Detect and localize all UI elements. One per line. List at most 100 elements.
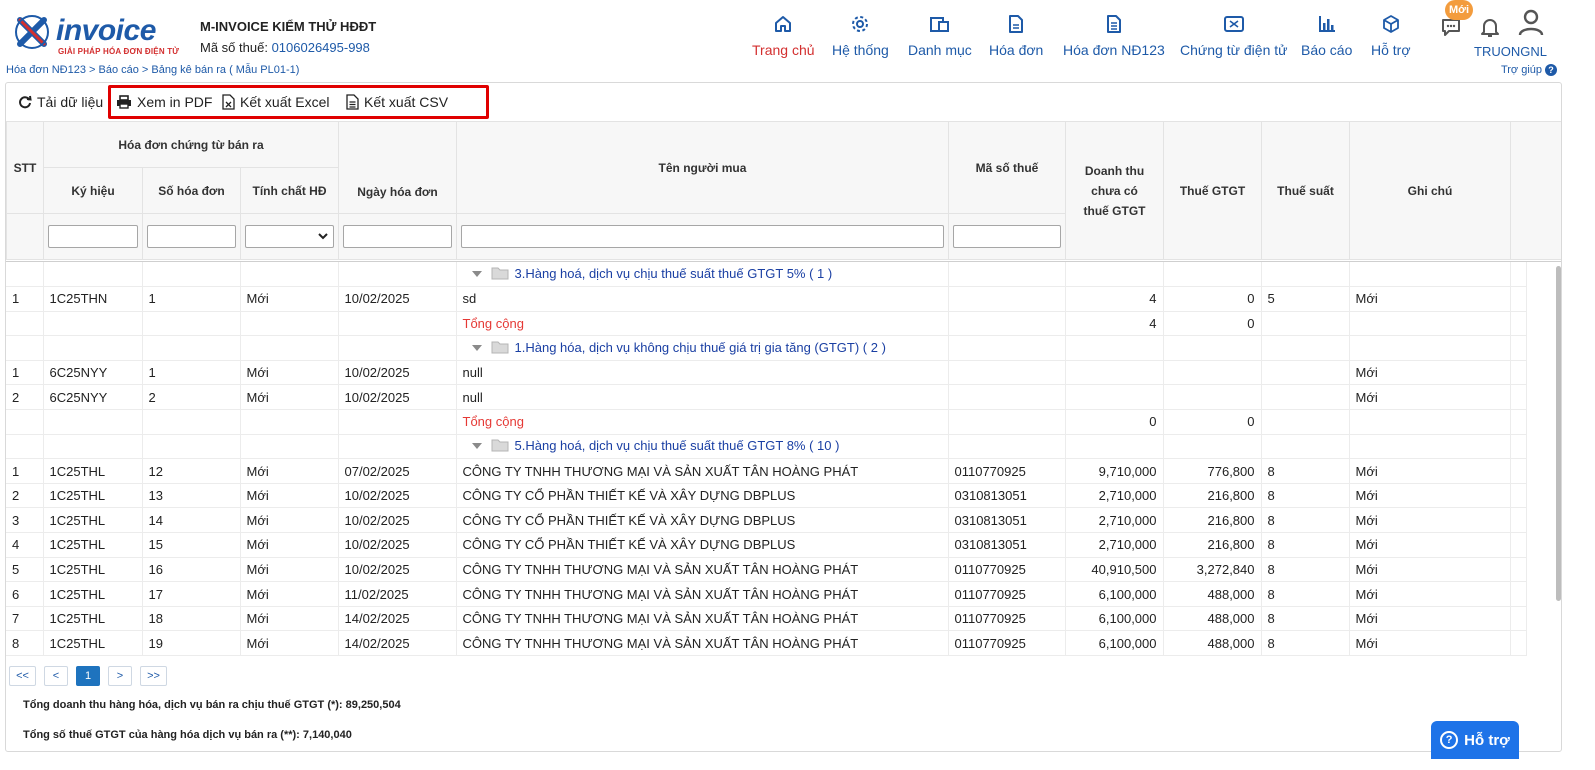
table-row[interactable]: 4 1C25THL 15 Mới 10/02/2025 CÔNG TY CỔ PHẦN T…	[6, 532, 1527, 558]
vertical-scrollbar[interactable]	[1556, 266, 1561, 601]
group-cell[interactable]: 3.Hàng hoá, dịch vụ chịu thuế suất thuế …	[456, 262, 949, 288]
cell-note: Mới	[1349, 630, 1511, 656]
report-panel: Tải dữ liệu Xem in PDF Kết xuất Excel Kế…	[5, 82, 1562, 752]
filter-symbol-input[interactable]	[48, 225, 138, 248]
empty-cell	[1163, 262, 1262, 288]
nav-invoice-nd123[interactable]: Hóa đơn NĐ123	[1063, 12, 1165, 62]
cell-invoice-date: 11/02/2025	[338, 581, 457, 607]
table-row[interactable]: 6 1C25THL 17 Mới 11/02/2025 CÔNG TY TNHH THƯƠ…	[6, 581, 1527, 607]
empty-cell	[948, 311, 1066, 337]
filter-cell-date	[338, 213, 457, 260]
table-row[interactable]: 7 1C25THL 18 Mới 14/02/2025 CÔNG TY TNHH THƯƠ…	[6, 606, 1527, 632]
cell-invoice-no: 13	[142, 483, 241, 509]
excel-export-button[interactable]: Kết xuất Excel	[222, 92, 330, 112]
pdf-button[interactable]: Xem in PDF	[116, 92, 212, 112]
nav-support[interactable]: Hỗ trợ	[1371, 12, 1411, 62]
home-icon	[771, 12, 795, 36]
group-row[interactable]: 3.Hàng hoá, dịch vụ chịu thuế suất thuế …	[6, 262, 1527, 288]
cell-vat: 488,000	[1163, 630, 1262, 656]
group-cell[interactable]: 5.Hàng hoá, dịch vụ chịu thuế suất thuế …	[456, 434, 949, 460]
empty-cell	[1510, 311, 1527, 337]
group-label: 3.Hàng hoá, dịch vụ chịu thuế suất thuế …	[514, 265, 833, 281]
pager-next-button[interactable]: >	[108, 666, 132, 686]
nav-system[interactable]: Hệ thống	[832, 12, 889, 62]
cell-tax-code	[948, 384, 1066, 411]
nav-invoice[interactable]: Hóa đơn	[989, 12, 1043, 62]
pager-first-button[interactable]: <<	[9, 666, 36, 686]
cell-tax-code	[948, 360, 1066, 386]
caret-down-icon[interactable]	[471, 341, 483, 356]
grid-body-table: 3.Hàng hoá, dịch vụ chịu thuế suất thuế …	[6, 262, 1527, 656]
empty-cell	[338, 434, 457, 460]
group-row[interactable]: 1.Hàng hóa, dịch vụ không chịu thuế giá …	[6, 335, 1527, 361]
grid-body: 3.Hàng hoá, dịch vụ chịu thuế suất thuế …	[6, 261, 1561, 661]
new-badge: Mới	[1445, 0, 1473, 20]
cell-invoice-date: 10/02/2025	[338, 286, 457, 312]
filter-cell-invoice-type	[240, 213, 339, 260]
cell-symbol: 6C25NYY	[43, 384, 143, 411]
top-header: invoice GIẢI PHÁP HÓA ĐƠN ĐIỆN TỬ M-INVO…	[0, 0, 1595, 64]
nav-home[interactable]: Trang chủ	[752, 12, 815, 62]
empty-cell	[1510, 606, 1527, 632]
cell-buyer-name: CÔNG TY TNHH THƯƠNG MẠI VÀ SẢN XUẤT TÂN …	[456, 458, 949, 484]
table-row[interactable]: 3 1C25THL 14 Mới 10/02/2025 CÔNG TY CỔ PHẦN T…	[6, 507, 1527, 534]
empty-cell	[1163, 434, 1262, 460]
filter-cell-tax-code	[948, 213, 1066, 260]
table-row[interactable]: 1 1C25THL 12 Mới 07/02/2025 CÔNG TY TNHH THƯƠ…	[6, 458, 1527, 484]
filter-buyer-input[interactable]	[461, 225, 944, 248]
pager-last-button[interactable]: >>	[140, 666, 167, 686]
empty-cell	[1510, 434, 1527, 460]
logo[interactable]: invoice GIẢI PHÁP HÓA ĐƠN ĐIỆN TỬ	[12, 10, 182, 56]
caret-down-icon[interactable]	[471, 267, 483, 282]
cell-stt: 1	[6, 360, 44, 386]
table-row[interactable]: 1 6C25NYY 1 Mới 10/02/2025 null Mới	[6, 360, 1527, 386]
username[interactable]: TRUONGNL	[1474, 44, 1547, 59]
total-row[interactable]: Tổng cộng 0 0	[6, 409, 1527, 435]
cell-revenue: 6,100,000	[1065, 606, 1164, 632]
empty-cell	[1510, 458, 1527, 484]
cell-tax-rate	[1261, 384, 1350, 411]
filter-invoice-type-select[interactable]	[245, 225, 334, 248]
user-icon[interactable]	[1518, 9, 1544, 36]
table-row[interactable]: 8 1C25THL 19 Mới 14/02/2025 CÔNG TY TNHH THƯƠ…	[6, 630, 1527, 656]
empty-cell	[142, 335, 241, 361]
cell-buyer-name: CÔNG TY TNHH THƯƠNG MẠI VÀ SẢN XUẤT TÂN …	[456, 581, 949, 607]
filter-date-input[interactable]	[343, 225, 452, 248]
empty-cell	[6, 262, 44, 288]
table-row[interactable]: 2 1C25THL 13 Mới 10/02/2025 CÔNG TY CỔ PHẦN T…	[6, 483, 1527, 509]
breadcrumb[interactable]: Hóa đơn NĐ123 > Báo cáo > Bảng kê bán ra…	[6, 64, 299, 76]
col-header-buyer-name: Tên người mua	[456, 121, 949, 214]
help-link[interactable]: Trợ giúp ?	[1501, 64, 1557, 76]
col-header-note: Ghi chú	[1349, 121, 1511, 260]
table-row[interactable]: 5 1C25THL 16 Mới 10/02/2025 CÔNG TY TNHH THƯƠ…	[6, 557, 1527, 583]
csv-export-button[interactable]: Kết xuất CSV	[346, 92, 448, 112]
excel-file-icon	[222, 94, 235, 110]
nav-report[interactable]: Báo cáo	[1301, 12, 1352, 62]
col-header-vat: Thuế GTGT	[1163, 121, 1262, 260]
support-chat-button[interactable]: ? Hỗ trợ	[1431, 721, 1519, 759]
total-row[interactable]: Tổng cộng 4 0	[6, 311, 1527, 337]
group-row[interactable]: 5.Hàng hoá, dịch vụ chịu thuế suất thuế …	[6, 434, 1527, 460]
pager-page-1[interactable]: 1	[76, 666, 100, 686]
question-circle-icon: ?	[1440, 731, 1459, 749]
empty-cell	[142, 434, 241, 460]
nav-e-voucher[interactable]: Chứng từ điện tử	[1180, 12, 1288, 62]
total-label: Tổng cộng	[456, 311, 949, 337]
caret-down-icon[interactable]	[471, 439, 483, 454]
reload-button[interactable]: Tải dữ liệu	[18, 92, 103, 112]
filter-tax-code-input[interactable]	[953, 225, 1061, 248]
table-row[interactable]: 1 1C25THN 1 Mới 10/02/2025 sd 4 0 5 Mới	[6, 286, 1527, 312]
cell-symbol: 1C25THL	[43, 606, 143, 632]
nav-catalog[interactable]: Danh mục	[908, 12, 972, 62]
pager-prev-button[interactable]: <	[44, 666, 68, 686]
cell-symbol: 1C25THL	[43, 557, 143, 583]
empty-cell	[43, 311, 143, 337]
empty-cell	[1349, 311, 1511, 337]
cell-buyer-name: CÔNG TY CỔ PHẦN THIẾT KẾ VÀ XÂY DỰNG DBP…	[456, 532, 949, 558]
group-cell[interactable]: 1.Hàng hóa, dịch vụ không chịu thuế giá …	[456, 335, 949, 361]
bell-icon[interactable]	[1477, 14, 1503, 40]
filter-invoice-no-input[interactable]	[147, 225, 236, 248]
total-revenue-cell: 0	[1065, 409, 1164, 435]
nav-system-label: Hệ thống	[832, 42, 889, 58]
table-row[interactable]: 2 6C25NYY 2 Mới 10/02/2025 null Mới	[6, 384, 1527, 411]
